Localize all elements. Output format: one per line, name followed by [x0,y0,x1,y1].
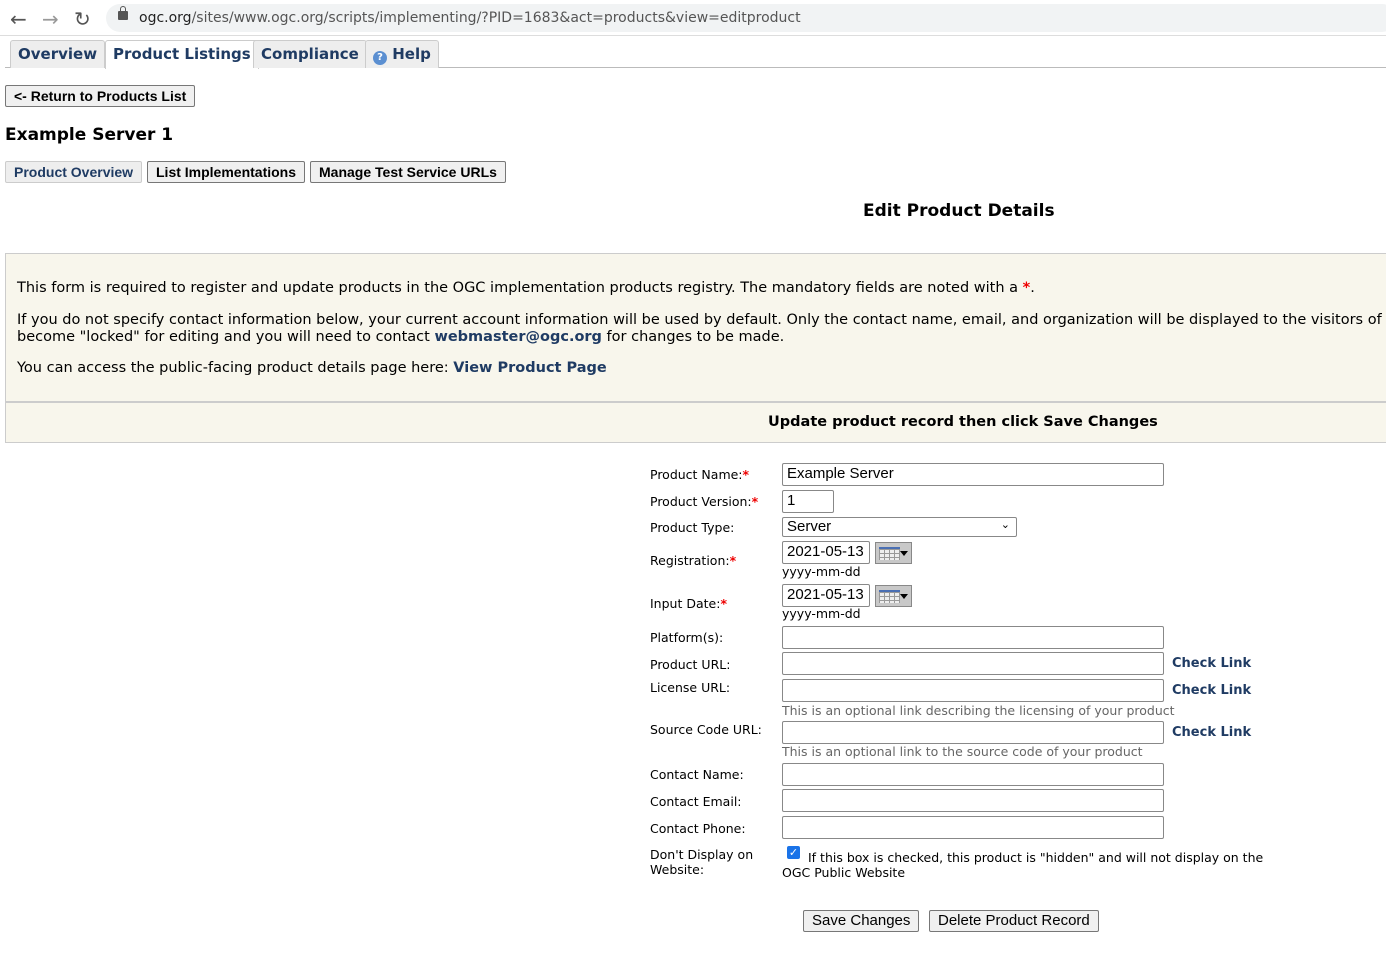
product-version-input[interactable]: 1 [782,490,834,513]
calendar-icon[interactable] [875,542,912,564]
registration-format-hint: yyyy-mm-dd [782,564,861,579]
product-url-input[interactable] [782,652,1164,675]
lock-icon [118,6,128,20]
license-url-hint: This is an optional link describing the … [782,703,1175,718]
source-url-label: Source Code URL: [650,722,762,737]
address-bar[interactable]: ogc.org/sites/www.ogc.org/scripts/implem… [106,4,1386,32]
product-overview-button[interactable]: Product Overview [5,161,143,183]
registration-label: Registration:* [650,553,737,568]
tab-overview[interactable]: Overview [10,40,106,68]
tab-product-listings[interactable]: Product Listings [105,40,259,69]
save-changes-button[interactable]: Save Changes [803,910,920,932]
webmaster-email-link[interactable]: webmaster@ogc.org [434,329,602,345]
contact-email-input[interactable] [782,789,1164,812]
return-to-products-button[interactable]: <- Return to Products List [5,85,196,107]
license-url-input[interactable] [782,679,1164,702]
view-product-page-link[interactable]: View Product Page [453,360,606,376]
info-paragraph-1: This form is required to register and up… [17,280,1035,296]
input-date-label: Input Date:* [650,596,727,611]
source-url-hint: This is an optional link to the source c… [782,744,1143,759]
input-date-format-hint: yyyy-mm-dd [782,606,861,621]
source-url-input[interactable] [782,721,1164,744]
product-title: Example Server 1 [5,125,174,145]
tab-help[interactable]: ? Help [365,40,439,68]
browser-toolbar: ← → ↻ ogc.org/sites/www.ogc.org/scripts/… [0,0,1386,36]
product-url-label: Product URL: [650,657,731,672]
reload-icon[interactable]: ↻ [74,7,91,31]
product-type-select[interactable]: Server ⌄ [782,517,1017,537]
product-name-label: Product Name:* [650,467,750,482]
info-box: This form is required to register and up… [5,253,1386,402]
info-paragraph-3: You can access the public-facing product… [17,360,607,376]
info-paragraph-2: If you do not specify contact informatio… [17,312,1386,345]
input-date-input[interactable]: 2021-05-13 [782,584,870,607]
product-type-label: Product Type: [650,520,735,535]
registration-date-input[interactable]: 2021-05-13 [782,541,870,564]
tab-compliance[interactable]: Compliance [253,40,367,68]
dont-display-label: Don't Display on Website: [650,847,754,877]
check-license-url-link[interactable]: Check Link [1172,683,1251,698]
check-source-url-link[interactable]: Check Link [1172,725,1251,740]
help-icon: ? [373,51,387,65]
product-name-input[interactable]: Example Server [782,463,1164,486]
product-version-label: Product Version:* [650,494,759,509]
forward-icon[interactable]: → [42,7,59,31]
platforms-label: Platform(s): [650,630,724,645]
platforms-input[interactable] [782,626,1164,649]
manage-test-urls-button[interactable]: Manage Test Service URLs [310,161,506,183]
delete-product-button[interactable]: Delete Product Record [929,910,1099,932]
contact-name-label: Contact Name: [650,767,744,782]
list-implementations-button[interactable]: List Implementations [147,161,306,183]
calendar-icon[interactable] [875,585,912,607]
back-icon[interactable]: ← [10,7,27,31]
check-product-url-link[interactable]: Check Link [1172,656,1251,671]
dont-display-description: If this box is checked, this product is … [782,850,1264,880]
save-instructions: Update product record then click Save Ch… [5,402,1386,443]
contact-name-input[interactable] [782,763,1164,786]
contact-email-label: Contact Email: [650,794,742,809]
contact-phone-input[interactable] [782,816,1164,839]
contact-phone-label: Contact Phone: [650,821,746,836]
license-url-label: License URL: [650,680,731,695]
chevron-down-icon: ⌄ [1000,519,1010,531]
section-title: Edit Product Details [863,201,1055,221]
